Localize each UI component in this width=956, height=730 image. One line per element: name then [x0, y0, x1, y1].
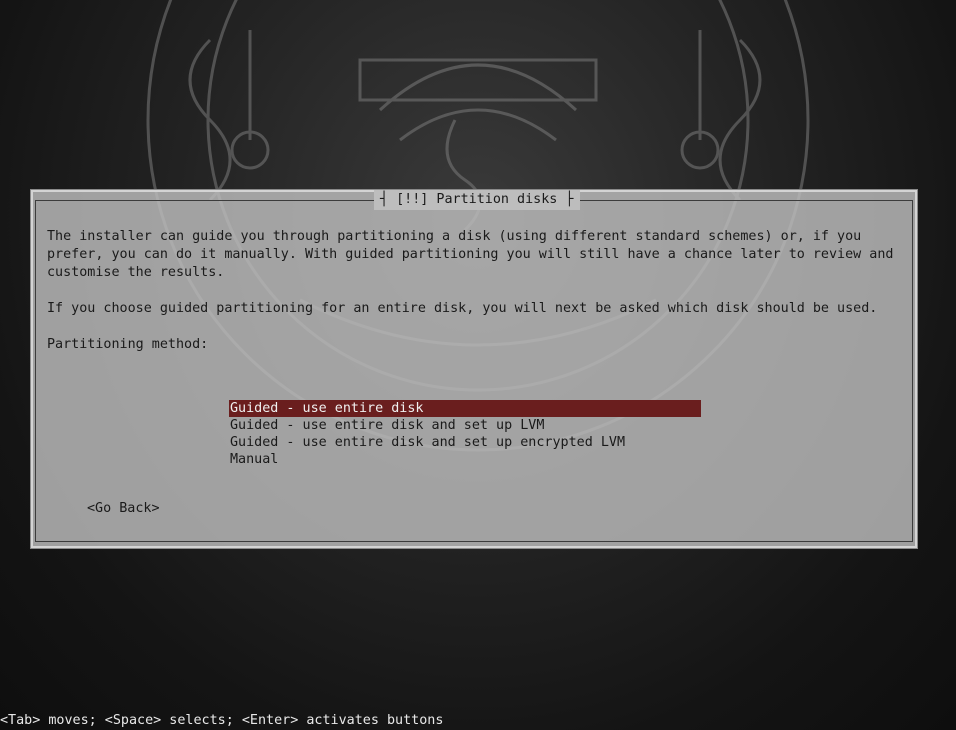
- title-right-bracket: ├: [557, 192, 574, 207]
- option-guided-encrypted-lvm[interactable]: Guided - use entire disk and set up encr…: [229, 434, 701, 451]
- title-left-bracket: ┤: [380, 192, 397, 207]
- status-bar: <Tab> moves; <Space> selects; <Enter> ac…: [0, 713, 444, 728]
- partition-dialog: ┤ [!!] Partition disks ├ The installer c…: [31, 190, 917, 548]
- partitioning-method-label: Partitioning method:: [47, 337, 209, 352]
- dialog-title-text: [!!] Partition disks: [396, 192, 558, 207]
- option-guided-entire-disk[interactable]: Guided - use entire disk: [229, 400, 701, 417]
- dialog-title: ┤ [!!] Partition disks ├: [374, 190, 580, 210]
- intro-paragraph: The installer can guide you through part…: [47, 229, 902, 280]
- option-guided-lvm[interactable]: Guided - use entire disk and set up LVM: [229, 417, 701, 434]
- dialog-body: The installer can guide you through part…: [47, 228, 897, 372]
- partitioning-method-list: Guided - use entire disk Guided - use en…: [229, 400, 701, 468]
- guided-info-paragraph: If you choose guided partitioning for an…: [47, 301, 878, 316]
- go-back-button[interactable]: <Go Back>: [87, 500, 160, 518]
- option-manual[interactable]: Manual: [229, 451, 701, 468]
